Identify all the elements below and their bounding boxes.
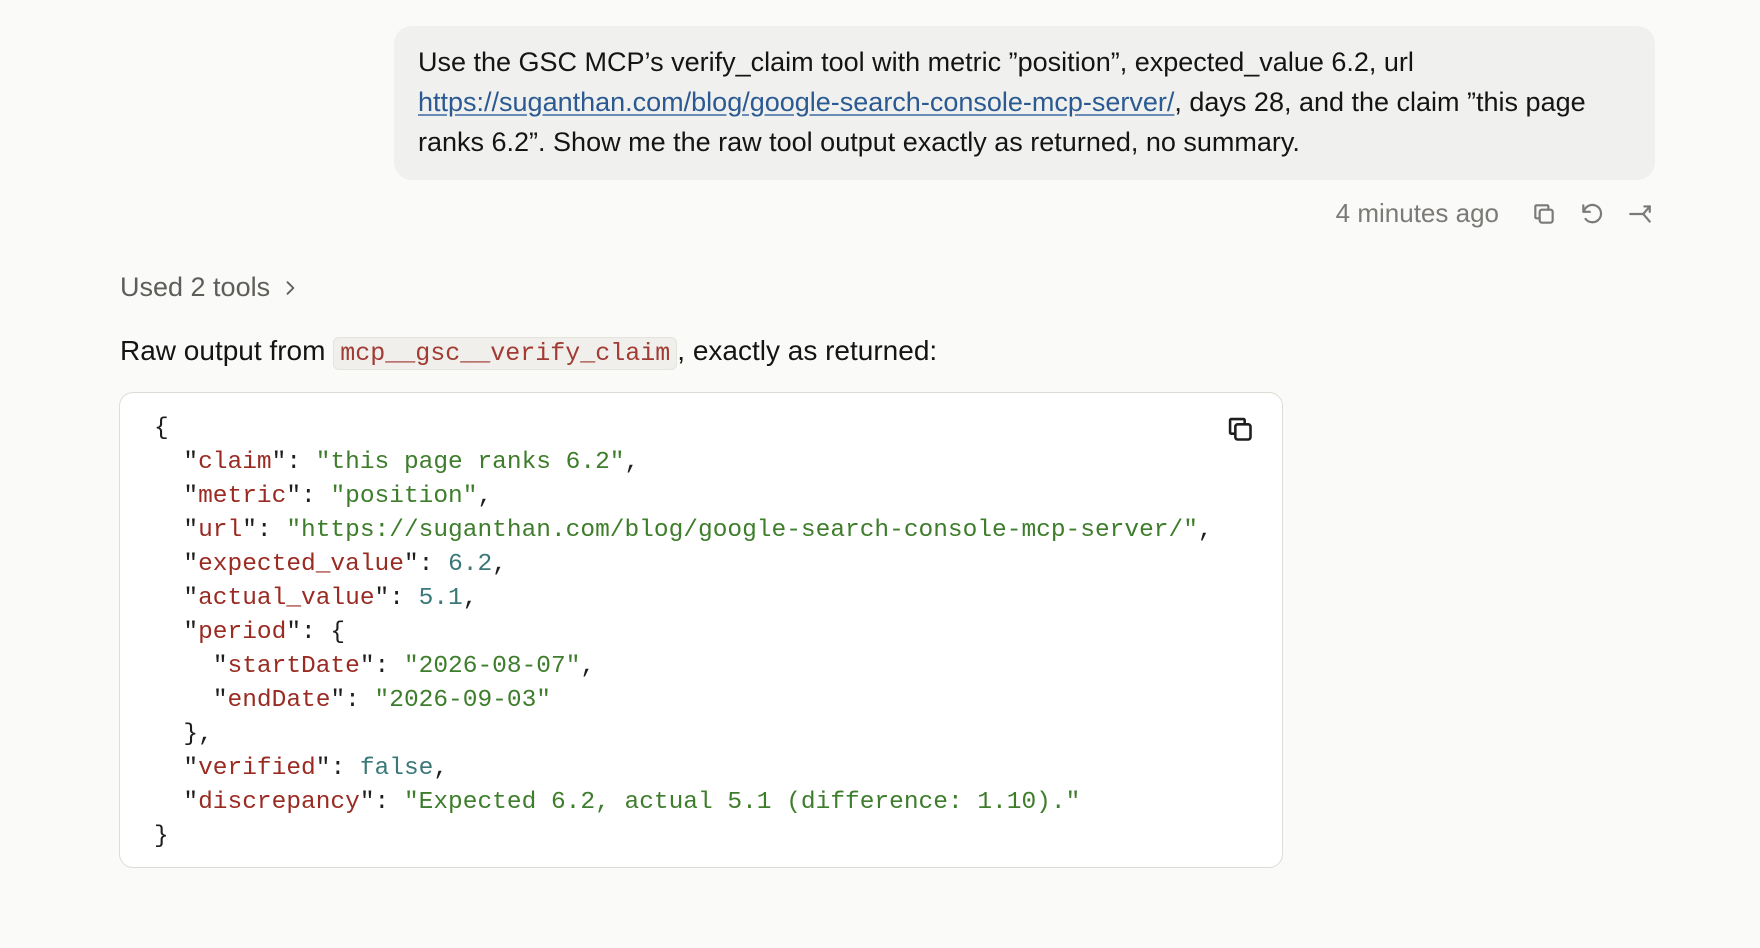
intro-suffix: , exactly as returned: [677,335,938,366]
intro-prefix: Raw output from [120,335,334,366]
code-copy-icon[interactable] [1226,415,1256,445]
message-timestamp: 4 minutes ago [1335,198,1499,228]
json-output: { "claim": "this page ranks 6.2", "metri… [154,415,1213,850]
json-end-date: 2026-09-03 [389,687,537,714]
user-message-bubble: Use the GSC MCP’s verify_claim tool with… [394,26,1655,180]
tools-used-label: Used 2 tools [120,272,271,302]
json-discrepancy-value: Expected 6.2, actual 5.1 (difference: 1.… [418,789,1066,816]
json-claim-value: this page ranks 6.2 [330,449,610,476]
retry-icon[interactable] [1577,199,1607,229]
user-message-link[interactable]: https://suganthan.com/blog/google-search… [418,87,1174,117]
json-start-date: 2026-08-07 [418,653,566,680]
tools-used-toggle[interactable]: Used 2 tools [120,272,300,303]
code-block: { "claim": "this page ranks 6.2", "metri… [119,392,1283,868]
json-metric-value: position [345,483,463,510]
json-expected-value: 6.2 [448,551,493,578]
message-actions: 4 minutes ago [1336,198,1655,229]
user-message-text-1: Use the GSC MCP’s verify_claim tool with… [418,47,1414,77]
chevron-right-icon [286,280,295,295]
json-verified-value: false [359,755,434,782]
tool-name-code: mcp__gsc__verify_claim [333,337,678,370]
json-actual-value: 5.1 [418,585,463,612]
copy-icon[interactable] [1529,199,1559,229]
response-intro: Raw output from mcp__gsc__verify_claim, … [120,331,937,374]
chat-page: Use the GSC MCP’s verify_claim tool with… [0,0,1760,948]
json-url-value: https://suganthan.com/blog/google-search… [301,517,1184,544]
share-icon[interactable] [1625,199,1655,229]
